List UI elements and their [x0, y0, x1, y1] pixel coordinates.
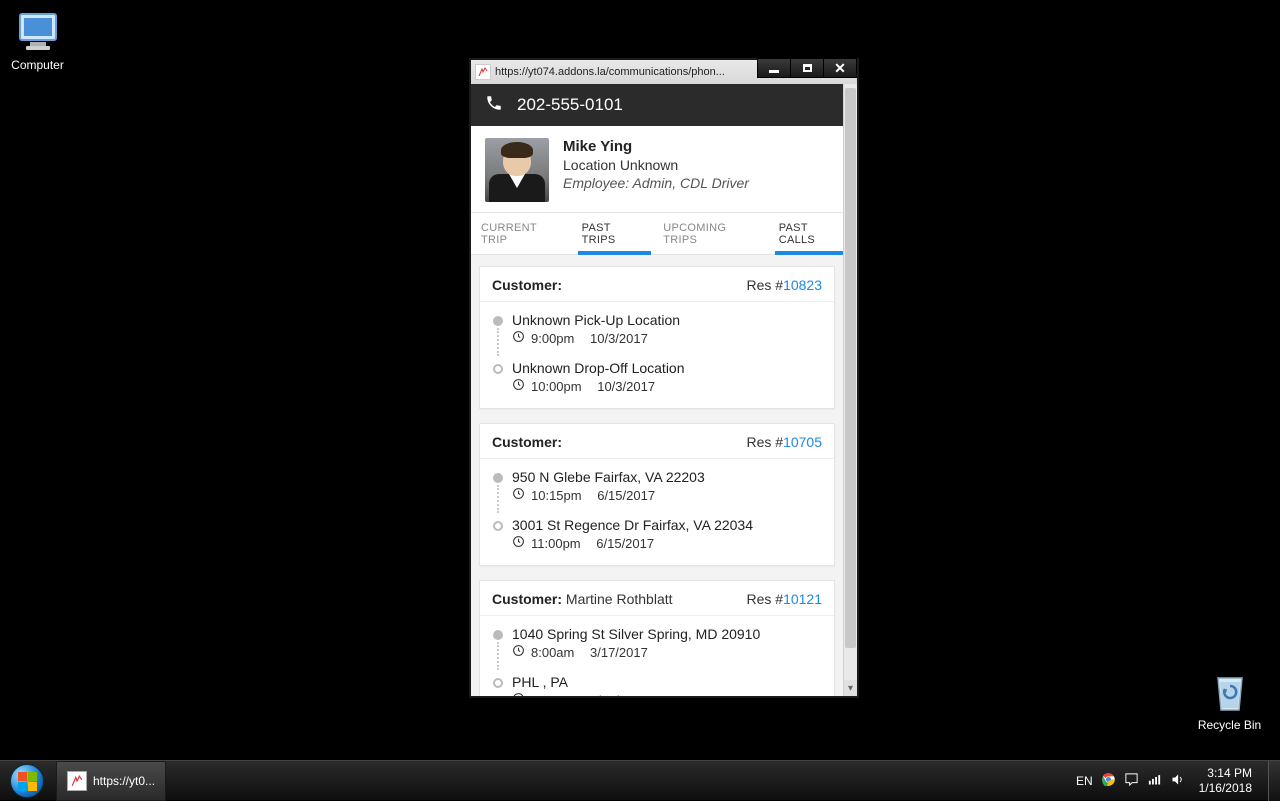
clock-date: 1/16/2018 [1199, 781, 1252, 795]
favicon-icon [475, 64, 491, 80]
customer-name: Martine Rothblatt [566, 591, 673, 607]
dropoff-location: Unknown Drop-Off Location [512, 360, 685, 376]
tabs: CURRENT TRIP PAST TRIPS UPCOMING TRIPS P… [471, 213, 857, 255]
computer-icon [14, 8, 62, 56]
system-tray: EN 3:14 PM 1/16/2018 [1066, 766, 1268, 795]
pickup-time: 8:00am [531, 645, 574, 660]
pickup-date: 10/3/2017 [590, 331, 648, 346]
scrollbar-thumb[interactable] [845, 88, 856, 648]
clock-icon [512, 487, 525, 503]
trips-list: Customer: Res #10823 Unknown Pick-Up Loc… [471, 256, 843, 696]
profile-role: Employee: Admin, CDL Driver [563, 175, 749, 191]
pickup-location: 1040 Spring St Silver Spring, MD 20910 [512, 626, 760, 642]
dropoff-dot-icon [493, 364, 503, 374]
trip-card: Customer: Res #10705 950 N Glebe Fairfax… [479, 423, 835, 566]
dropoff-time: 10:00pm [531, 379, 582, 394]
dropoff-date: 10/3/2017 [597, 379, 655, 394]
res-link[interactable]: 10823 [783, 277, 822, 293]
dropoff-location: 3001 St Regence Dr Fairfax, VA 22034 [512, 517, 753, 533]
pickup-time: 10:15pm [531, 488, 582, 503]
tab-upcoming-trips[interactable]: UPCOMING TRIPS [655, 213, 770, 254]
dropoff-time: 11:00pm [531, 536, 581, 551]
clock-icon [512, 378, 525, 394]
phone-number: 202-555-0101 [517, 95, 623, 115]
phone-icon [485, 94, 503, 117]
pickup-date: 6/15/2017 [597, 488, 655, 503]
chrome-icon[interactable] [1101, 772, 1116, 790]
clock-time: 3:14 PM [1199, 766, 1252, 780]
windows-orb-icon [10, 764, 44, 798]
profile-name: Mike Ying [563, 138, 749, 155]
pickup-dot-icon [493, 473, 503, 483]
tab-current-trip[interactable]: CURRENT TRIP [473, 213, 574, 254]
res-link[interactable]: 10705 [783, 434, 822, 450]
pickup-date: 3/17/2017 [590, 645, 648, 660]
vertical-scrollbar[interactable]: ▾ [843, 84, 857, 696]
language-indicator[interactable]: EN [1076, 774, 1093, 788]
window-client-area: 202-555-0101 Mike Ying Location Unknown … [471, 84, 857, 696]
window-titlebar[interactable]: https://yt074.addons.la/communications/p… [471, 60, 857, 84]
clock-icon [512, 692, 525, 696]
volume-icon[interactable] [1170, 772, 1185, 790]
minimize-button[interactable] [757, 58, 791, 78]
dropoff-dot-icon [493, 521, 503, 531]
task-favicon-icon [67, 771, 87, 791]
app-window: https://yt074.addons.la/communications/p… [469, 58, 859, 698]
close-button[interactable]: ✕ [823, 58, 857, 78]
clock-icon [512, 644, 525, 660]
profile-location: Location Unknown [563, 157, 749, 173]
trip-card: Customer: Martine Rothblatt Res #10121 1… [479, 580, 835, 696]
customer-label: Customer: [492, 434, 562, 450]
pickup-dot-icon [493, 630, 503, 640]
desktop-icon-recycle-bin[interactable]: Recycle Bin [1192, 668, 1267, 732]
clock-icon [512, 330, 525, 346]
taskbar-clock[interactable]: 3:14 PM 1/16/2018 [1193, 766, 1258, 795]
dropoff-time: 9:00am [531, 693, 574, 697]
recycle-bin-icon [1206, 668, 1254, 716]
desktop-icon-label: Recycle Bin [1192, 718, 1267, 732]
res-label: Res # [746, 277, 783, 293]
desktop-icon-label: Computer [0, 58, 75, 72]
maximize-button[interactable] [790, 58, 824, 78]
dropoff-date: 3/17/2017 [590, 693, 648, 697]
pickup-location: Unknown Pick-Up Location [512, 312, 680, 328]
profile-section: Mike Ying Location Unknown Employee: Adm… [471, 126, 857, 213]
phone-header: 202-555-0101 [471, 84, 857, 126]
start-button[interactable] [0, 761, 54, 801]
res-label: Res # [746, 591, 783, 607]
desktop-icon-computer[interactable]: Computer [0, 8, 75, 72]
action-center-icon[interactable] [1124, 772, 1139, 790]
pickup-dot-icon [493, 316, 503, 326]
dropoff-dot-icon [493, 678, 503, 688]
taskbar-item[interactable]: https://yt0... [56, 761, 166, 801]
res-link[interactable]: 10121 [783, 591, 822, 607]
taskbar: https://yt0... EN 3:14 PM 1/16/2018 [0, 760, 1280, 800]
customer-label: Customer: [492, 277, 562, 293]
scroll-down-arrow-icon[interactable]: ▾ [844, 680, 857, 696]
customer-label: Customer: [492, 591, 562, 607]
dropoff-date: 6/15/2017 [596, 536, 654, 551]
pickup-time: 9:00pm [531, 331, 574, 346]
clock-icon [512, 535, 525, 551]
dropoff-location: PHL , PA [512, 674, 648, 690]
pickup-location: 950 N Glebe Fairfax, VA 22203 [512, 469, 705, 485]
network-icon[interactable] [1147, 772, 1162, 790]
task-label: https://yt0... [93, 774, 155, 788]
tab-past-trips[interactable]: PAST TRIPS [574, 213, 656, 254]
trip-card: Customer: Res #10823 Unknown Pick-Up Loc… [479, 266, 835, 409]
avatar [485, 138, 549, 202]
res-label: Res # [746, 434, 783, 450]
show-desktop-button[interactable] [1268, 761, 1280, 801]
